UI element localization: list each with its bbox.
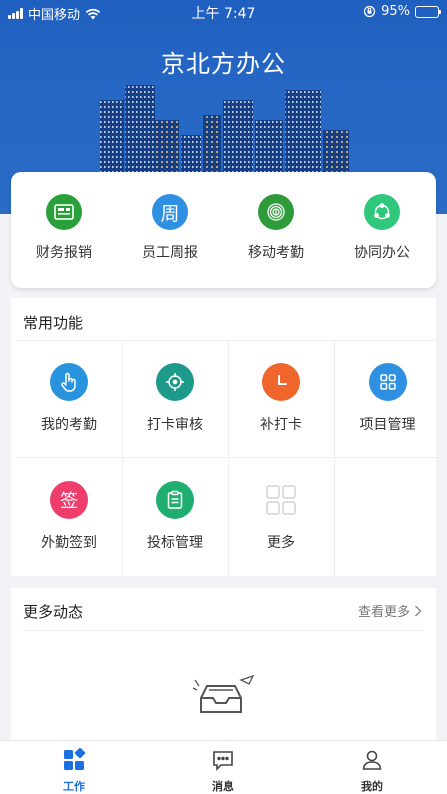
divider bbox=[23, 630, 424, 631]
collaboration-icon bbox=[364, 194, 400, 230]
common-functions-section: 常用功能 我的考勤 打卡审核 补打卡 项目管理 签 外勤签到 投标管理 更多 bbox=[11, 298, 441, 576]
app-title: 京北方办公 bbox=[161, 50, 286, 78]
function-bid-management[interactable]: 投标管理 bbox=[122, 459, 229, 576]
tab-messages[interactable]: 消息 bbox=[183, 748, 263, 794]
section-title: 更多动态 bbox=[23, 603, 84, 621]
quick-item-label: 员工周报 bbox=[142, 245, 198, 261]
function-label: 外勤签到 bbox=[41, 535, 97, 551]
function-label: 打卡审核 bbox=[147, 417, 203, 433]
function-label: 更多 bbox=[267, 535, 295, 551]
function-project-management[interactable]: 项目管理 bbox=[334, 341, 441, 458]
more-grid-icon bbox=[262, 481, 300, 519]
grid-apps-icon bbox=[368, 363, 407, 401]
message-icon bbox=[213, 751, 233, 771]
sign-icon: 签 bbox=[50, 481, 88, 519]
news-section: 更多动态 查看更多 没有数据 bbox=[11, 588, 436, 755]
function-label: 补打卡 bbox=[260, 417, 302, 433]
empty-inbox-icon bbox=[192, 674, 255, 713]
function-empty-slot bbox=[334, 459, 441, 576]
clipboard-icon bbox=[156, 481, 194, 519]
bottom-tab-bar: 工作 消息 我的 bbox=[0, 740, 447, 794]
quick-item-weekly-report[interactable]: 周 员工周报 bbox=[117, 194, 223, 262]
quick-item-finance[interactable]: 财务报销 bbox=[11, 194, 117, 262]
function-label: 投标管理 bbox=[147, 535, 203, 551]
function-make-up-clock-in[interactable]: 补打卡 bbox=[228, 341, 335, 458]
orientation-lock-icon bbox=[363, 5, 376, 18]
receipt-icon bbox=[46, 194, 82, 230]
status-bar: 中国移动 上午 7:47 95% bbox=[0, 0, 447, 24]
function-my-attendance[interactable]: 我的考勤 bbox=[16, 341, 123, 458]
chevron-right-icon bbox=[415, 605, 422, 616]
tab-label: 消息 bbox=[212, 780, 234, 793]
function-clock-in-review[interactable]: 打卡审核 bbox=[122, 341, 229, 458]
tab-label: 工作 bbox=[63, 780, 85, 793]
battery-icon bbox=[415, 5, 441, 18]
battery-percent: 95% bbox=[381, 4, 410, 19]
view-more-link[interactable]: 查看更多 bbox=[358, 601, 422, 620]
target-icon bbox=[156, 363, 194, 401]
quick-item-label: 移动考勤 bbox=[248, 245, 304, 261]
section-title: 常用功能 bbox=[23, 314, 84, 332]
profile-icon bbox=[362, 750, 382, 770]
quick-item-label: 协同办公 bbox=[354, 245, 410, 261]
view-more-label: 查看更多 bbox=[357, 605, 410, 620]
weekly-report-icon: 周 bbox=[152, 194, 188, 230]
function-label: 我的考勤 bbox=[41, 417, 97, 433]
fingerprint-icon bbox=[258, 194, 294, 230]
hand-tap-icon bbox=[50, 363, 88, 401]
tab-work[interactable]: 工作 bbox=[34, 747, 114, 794]
function-grid: 我的考勤 打卡审核 补打卡 项目管理 签 外勤签到 投标管理 更多 bbox=[16, 340, 441, 576]
function-more[interactable]: 更多 bbox=[228, 459, 335, 576]
quick-item-attendance[interactable]: 移动考勤 bbox=[223, 194, 329, 262]
quick-actions-card: 财务报销 周 员工周报 移动考勤 协同办公 bbox=[11, 172, 436, 288]
tab-label: 我的 bbox=[361, 780, 383, 793]
quick-item-label: 财务报销 bbox=[36, 245, 92, 261]
function-field-sign-in[interactable]: 签 外勤签到 bbox=[16, 459, 123, 576]
clock-icon bbox=[262, 363, 300, 401]
function-label: 项目管理 bbox=[359, 417, 416, 433]
tab-profile[interactable]: 我的 bbox=[332, 748, 412, 794]
quick-item-collaboration[interactable]: 协同办公 bbox=[329, 194, 435, 262]
work-icon bbox=[64, 747, 86, 770]
